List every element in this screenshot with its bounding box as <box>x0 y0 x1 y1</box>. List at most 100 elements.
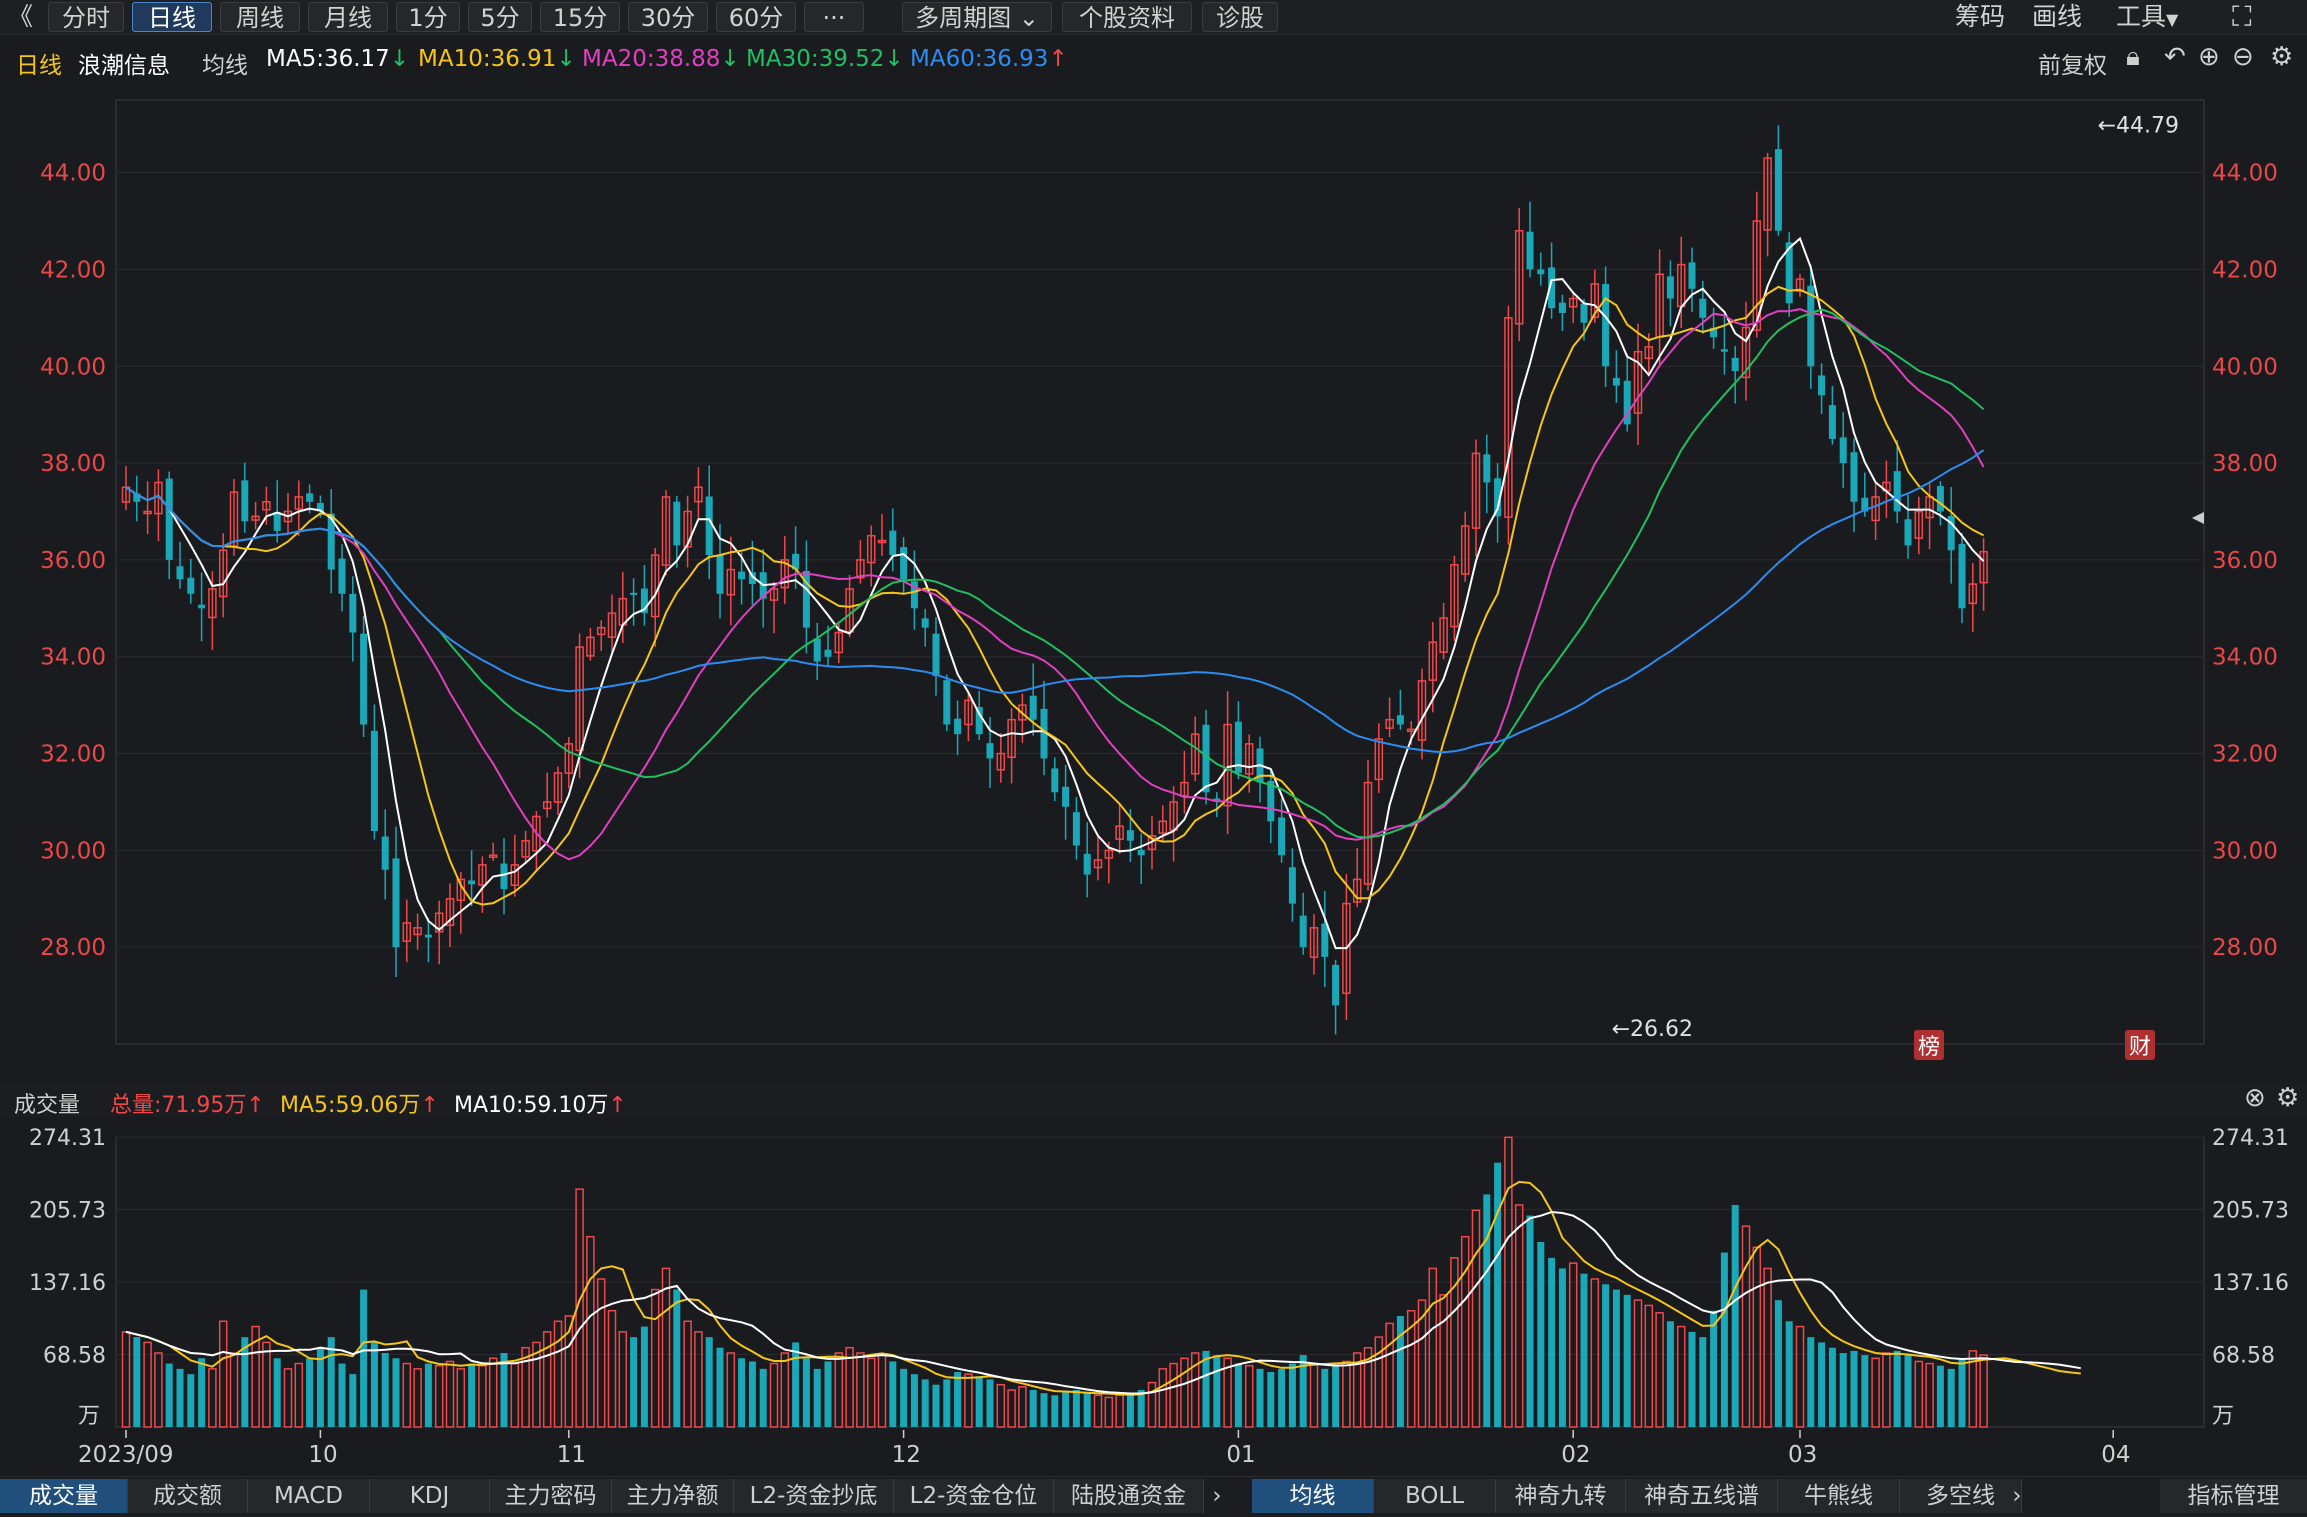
volume-bar <box>1590 1278 1600 1428</box>
indicator-tab-1[interactable]: 成交额 <box>128 1479 248 1513</box>
period-tab-2[interactable]: 周线 <box>220 2 300 32</box>
overlay-tab-3[interactable]: 神奇五线谱 <box>1626 1479 1778 1513</box>
volume-bar <box>1321 1368 1329 1427</box>
candle-body <box>1850 452 1858 502</box>
volume-bar <box>478 1364 487 1428</box>
adjust-label[interactable]: 前复权 <box>2038 46 2107 80</box>
overlay-tab-0[interactable]: 均线 <box>1252 1479 1374 1513</box>
arrow-down-icon: ↓ <box>884 46 904 72</box>
candle-body <box>1288 867 1296 904</box>
tools-button[interactable]: 工具▼ <box>2116 0 2178 34</box>
overlay-tab-1[interactable]: BOLL <box>1374 1479 1496 1513</box>
indicator-manage-button[interactable]: 指标管理 <box>2160 1479 2307 1513</box>
candle-body <box>1299 915 1307 948</box>
volume-bar <box>964 1373 973 1428</box>
ma10-value: MA10:36.91 <box>418 46 557 72</box>
tools-label: 工具 <box>2116 2 2167 31</box>
volume-bar <box>975 1376 983 1427</box>
volume-bar <box>889 1361 897 1427</box>
indicator-tab-4[interactable]: 主力密码 <box>490 1479 612 1513</box>
lock-icon[interactable]: 🔒︎ <box>2126 42 2140 73</box>
multi-period-button[interactable]: 多周期图 ⌄ <box>902 2 1052 32</box>
stock-profile-button[interactable]: 个股资料 <box>1062 2 1192 32</box>
period-tab-6[interactable]: 15分 <box>540 2 620 32</box>
volume-bar <box>1332 1365 1340 1427</box>
period-tab-7[interactable]: 30分 <box>628 2 708 32</box>
volume-tick-label: 274.31 <box>29 1126 106 1151</box>
price-tick-label: 44.00 <box>2212 161 2278 187</box>
zoom-in-icon[interactable]: ⊕ <box>2198 42 2220 72</box>
volume-chart[interactable]: 274.31 205.73 137.16 68.58 274.31 205.73 137.… <box>0 1117 2307 1447</box>
candle-body <box>824 649 832 657</box>
candle-body <box>1083 853 1091 875</box>
candle-body <box>241 480 249 522</box>
indicator-tab-3[interactable]: KDJ <box>370 1479 490 1513</box>
volume-bar <box>1741 1225 1751 1428</box>
volume-bar <box>165 1363 173 1427</box>
candle-body <box>1558 302 1566 314</box>
indicator-tab-6[interactable]: L2-资金抄底 <box>734 1479 894 1513</box>
price-tick-label: 28.00 <box>2212 935 2278 961</box>
indicator-tab-5[interactable]: 主力净额 <box>612 1479 734 1513</box>
gear-icon[interactable]: ⚙ <box>2270 42 2293 72</box>
stock-name[interactable]: 浪潮信息 <box>78 46 170 80</box>
volume-bar <box>1040 1393 1048 1427</box>
volume-bar <box>1602 1284 1610 1427</box>
period-tab-4[interactable]: 1分 <box>396 2 460 32</box>
indicator-tabbar: 成交量 成交额 MACD KDJ 主力密码 主力净额 L2-资金抄底 L2-资金仓位 陆股通资金… <box>0 1476 2307 1517</box>
volume-bar <box>1818 1342 1826 1427</box>
indicator-tab-0[interactable]: 成交量 <box>0 1479 128 1513</box>
candle-body <box>1278 817 1286 856</box>
overlay-tab-2[interactable]: 神奇九转 <box>1496 1479 1626 1513</box>
volume-bar <box>468 1363 476 1427</box>
chart-frame <box>115 99 2205 1045</box>
draw-line-button[interactable]: 画线 <box>2032 0 2082 34</box>
volume-bar <box>349 1374 357 1427</box>
back-button[interactable]: 《 <box>8 0 33 34</box>
period-tab-3[interactable]: 月线 <box>308 2 388 32</box>
period-tab-9[interactable]: ··· <box>804 2 864 32</box>
price-annotation: ←44.79 <box>2098 113 2179 138</box>
volume-bar <box>596 1278 606 1428</box>
undo-icon[interactable]: ↶ <box>2164 42 2186 72</box>
volume-bar <box>1580 1273 1588 1427</box>
volume-bar <box>813 1368 821 1427</box>
ma-type-label[interactable]: 均线 <box>202 46 248 80</box>
volume-bar <box>1774 1300 1782 1427</box>
price-tick-label: 30.00 <box>2212 838 2278 864</box>
candle-body <box>176 566 184 580</box>
candle-body <box>889 530 897 556</box>
fullscreen-icon[interactable]: ⛶ <box>2232 0 2252 34</box>
zoom-out-icon[interactable]: ⊖ <box>2232 42 2254 72</box>
chevron-right-icon[interactable]: › <box>2000 1479 2034 1513</box>
volume-bar <box>434 1364 444 1428</box>
close-icon[interactable]: ⊗ <box>2244 1083 2266 1113</box>
volume-bar <box>1051 1395 1059 1427</box>
volume-bar <box>1633 1299 1643 1428</box>
volume-ma10: MA10:59.10万↑ <box>454 1087 627 1119</box>
badge-rank[interactable]: 榜 <box>1914 1030 1944 1060</box>
period-tab-8[interactable]: 60分 <box>716 2 796 32</box>
volume-bar <box>673 1289 681 1427</box>
chevron-right-icon[interactable]: › <box>1200 1479 1234 1513</box>
indicator-tab-8[interactable]: 陆股通资金 <box>1054 1479 1204 1513</box>
chips-button[interactable]: 筹码 <box>1955 0 2005 34</box>
period-tab-1[interactable]: 日线 <box>132 2 212 32</box>
overlay-tab-4[interactable]: 牛熊线 <box>1778 1479 1900 1513</box>
volume-bar <box>553 1320 563 1428</box>
volume-bar <box>1288 1363 1296 1427</box>
candle-body <box>424 934 432 938</box>
gear-icon[interactable]: ⚙ <box>2276 1083 2299 1113</box>
indicator-tab-2[interactable]: MACD <box>248 1479 370 1513</box>
candlestick-chart[interactable]: 44.00 42.00 40.00 38.00 36.00 34.00 32.00 30.00… <box>0 82 2307 1062</box>
period-tab-5[interactable]: 5分 <box>468 2 532 32</box>
volume-bar <box>1666 1321 1674 1427</box>
period-tab-0[interactable]: 分时 <box>48 2 124 32</box>
volume-bar <box>792 1342 800 1427</box>
badge-finance[interactable]: 财 <box>2125 1030 2155 1060</box>
indicator-tab-7[interactable]: L2-资金仓位 <box>894 1479 1054 1513</box>
candle-body <box>1958 543 1966 609</box>
volume-bar <box>198 1358 206 1427</box>
diagnose-button[interactable]: 诊股 <box>1202 2 1278 32</box>
volume-legend-bar: 成交量 总量:71.95万↑ MA5:59.06万↑ MA10:59.10万↑ … <box>0 1083 2307 1119</box>
